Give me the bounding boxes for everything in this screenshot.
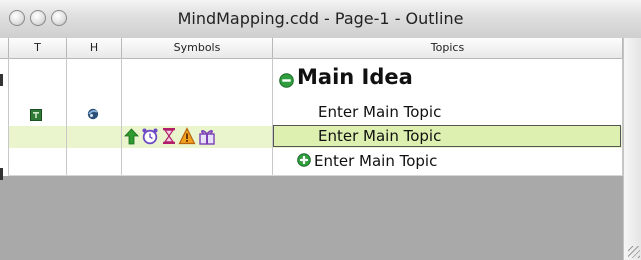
title-bar[interactable]: MindMapping.cdd - Page-1 - Outline (0, 0, 641, 39)
window-title: MindMapping.cdd - Page-1 - Outline (177, 9, 464, 28)
main-idea-topic[interactable]: Main Idea (297, 65, 413, 89)
task-icon[interactable] (30, 109, 42, 121)
column-divider (66, 58, 67, 176)
column-header: T H Symbols Topics (0, 38, 623, 59)
column-header-symbols[interactable]: Symbols (121, 38, 272, 58)
expand-icon[interactable] (297, 153, 311, 167)
main-topic[interactable]: Enter Main Topic (318, 127, 441, 145)
hyperlink-icon[interactable] (87, 108, 99, 120)
main-topic[interactable]: Enter Main Topic (314, 152, 437, 170)
main-topic[interactable]: Enter Main Topic (318, 103, 441, 121)
gift-icon[interactable] (198, 127, 216, 145)
alarm-clock-icon[interactable] (141, 127, 159, 145)
column-header-topics[interactable]: Topics (272, 38, 623, 58)
column-divider (121, 58, 122, 176)
window-edge-mark (0, 74, 3, 86)
column-header-t[interactable]: T (8, 38, 66, 58)
column-divider (272, 58, 273, 176)
up-arrow-icon[interactable] (124, 128, 139, 145)
column-header-h[interactable]: H (66, 38, 121, 58)
resize-grip-icon[interactable] (628, 246, 640, 258)
hourglass-icon[interactable] (162, 127, 176, 145)
warning-icon[interactable] (178, 127, 196, 145)
window-edge-mark (0, 168, 3, 180)
collapse-icon[interactable] (279, 73, 294, 88)
column-divider (8, 58, 9, 176)
outline-window: MindMapping.cdd - Page-1 - Outline T H S… (0, 0, 641, 260)
vertical-scrollbar[interactable] (623, 38, 641, 260)
empty-outline-area (0, 176, 623, 260)
